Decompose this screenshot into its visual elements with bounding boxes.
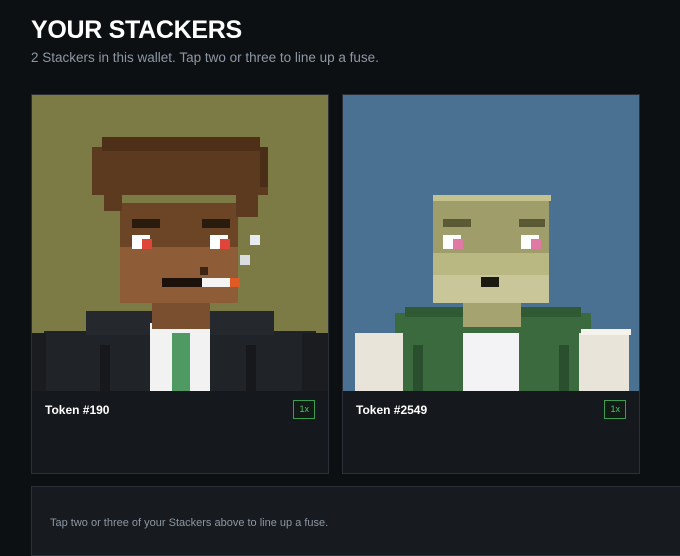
stacker-card-190[interactable]: Token #190 1x xyxy=(31,94,329,474)
stacker-avatar-image xyxy=(32,95,328,391)
fuse-hint-text: Tap two or three of your Stackers above … xyxy=(50,517,329,529)
stacker-avatar-image xyxy=(343,95,639,391)
card-info: Token #2549 1x xyxy=(343,391,639,473)
page-title: YOUR STACKERS xyxy=(31,16,242,44)
multiplier-badge: 1x xyxy=(604,400,626,419)
token-label: Token #190 xyxy=(45,403,110,417)
multiplier-badge: 1x xyxy=(293,400,315,419)
page-subtitle: 2 Stackers in this wallet. Tap two or th… xyxy=(31,50,379,65)
stacker-card-2549[interactable]: Token #2549 1x xyxy=(342,94,640,474)
token-label: Token #2549 xyxy=(356,403,428,417)
card-info: Token #190 1x xyxy=(32,391,328,473)
fuse-panel: Tap two or three of your Stackers above … xyxy=(31,486,680,556)
